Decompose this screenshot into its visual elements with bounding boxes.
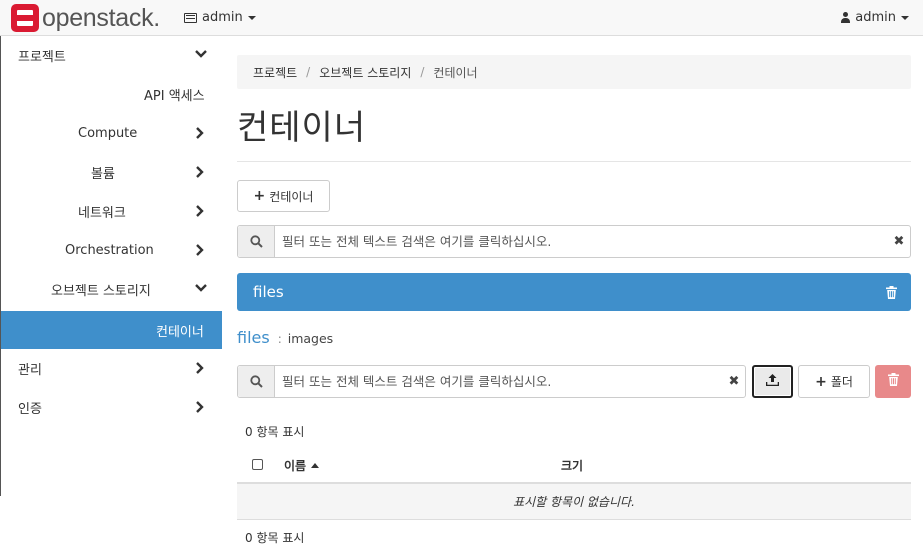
container-search: ✖: [237, 225, 911, 258]
search-icon[interactable]: [238, 366, 275, 397]
sidebar-item-orchestration[interactable]: Orchestration: [0, 231, 222, 270]
container-name: files: [253, 283, 284, 301]
select-all-checkbox[interactable]: [252, 459, 263, 470]
brand-text: openstack.: [42, 4, 160, 32]
sidebar-item-admin[interactable]: 관리: [0, 349, 222, 388]
delete-container-icon[interactable]: [886, 285, 897, 299]
sidebar-item-label: 인증: [18, 402, 42, 417]
openstack-logo[interactable]: openstack.: [11, 4, 160, 32]
chevron-right-icon: [195, 205, 205, 217]
caret-down-icon: [247, 15, 256, 20]
sidebar-item-label: API 액세스: [144, 89, 205, 104]
breadcrumb-separator: /: [420, 65, 425, 79]
caret-down-icon: [901, 15, 909, 20]
container-search-input[interactable]: [275, 226, 888, 257]
table-header: 이름 크기: [237, 447, 911, 484]
sidebar-item-label: 오브젝트 스토리지: [51, 284, 151, 299]
sidebar-item-label: Orchestration: [65, 243, 154, 258]
sidebar-item-project[interactable]: 프로젝트: [0, 36, 222, 75]
search-icon[interactable]: [238, 226, 275, 257]
project-name: admin: [202, 10, 243, 25]
object-path: files : images: [237, 328, 333, 347]
path-root-link[interactable]: files: [237, 328, 270, 347]
sidebar-item-label: 프로젝트: [18, 50, 66, 65]
plus-icon: +: [815, 373, 827, 390]
clear-search-icon[interactable]: ✖: [723, 366, 745, 397]
sidebar-item-network[interactable]: 네트워크: [0, 192, 222, 231]
path-current: images: [287, 331, 334, 346]
breadcrumb-object-storage[interactable]: 오브젝트 스토리지: [319, 64, 411, 81]
page-title: 컨테이너: [237, 108, 367, 148]
item-count-bottom: 0 항목 표시: [245, 531, 305, 545]
column-header-size[interactable]: 크기: [561, 457, 583, 474]
user-menu[interactable]: admin: [841, 10, 909, 25]
sidebar-item-label: 관리: [18, 363, 42, 378]
create-container-button[interactable]: + 컨테이너: [237, 180, 330, 212]
column-name-label: 이름: [284, 459, 307, 473]
chevron-right-icon: [195, 127, 205, 139]
breadcrumb-project[interactable]: 프로젝트: [253, 64, 297, 81]
create-folder-label: 폴더: [830, 375, 853, 389]
breadcrumb-separator: /: [306, 65, 311, 79]
object-search-input[interactable]: [275, 366, 723, 397]
sidebar-item-label: 컨테이너: [156, 324, 204, 340]
sidebar-item-object-storage[interactable]: 오브젝트 스토리지: [0, 270, 222, 309]
chevron-right-icon: [195, 362, 205, 374]
top-navbar: openstack. admin admin: [0, 0, 923, 36]
upload-icon: [765, 373, 780, 390]
delete-objects-button[interactable]: [875, 365, 911, 398]
title-divider: [237, 161, 911, 162]
sidebar-item-label: 네트워크: [78, 206, 126, 221]
create-container-label: 컨테이너: [269, 189, 314, 204]
project-switcher[interactable]: admin: [184, 10, 256, 25]
clear-search-icon[interactable]: ✖: [888, 226, 910, 257]
user-icon: [841, 12, 851, 23]
upload-file-button[interactable]: [752, 365, 793, 398]
sort-ascending-icon: [311, 463, 320, 468]
chevron-right-icon: [195, 401, 205, 413]
sidebar: 프로젝트 API 액세스 Compute 볼륨 네트워크 Orchestrati…: [0, 36, 222, 559]
breadcrumb: 프로젝트 / 오브젝트 스토리지 / 컨테이너: [237, 55, 911, 89]
column-header-name[interactable]: 이름: [284, 457, 320, 474]
item-count-top: 0 항목 표시: [245, 425, 305, 439]
trash-icon: [887, 373, 899, 390]
container-list-item-selected[interactable]: files: [237, 273, 911, 311]
sidebar-item-volumes[interactable]: 볼륨: [0, 153, 222, 192]
empty-table-message: 표시할 항목이 없습니다.: [237, 484, 911, 520]
breadcrumb-current: 컨테이너: [433, 65, 478, 80]
sidebar-item-label: Compute: [78, 126, 138, 141]
create-folder-button[interactable]: + 폴더: [798, 365, 870, 398]
window-edge: [0, 36, 1, 496]
path-separator: :: [277, 332, 282, 346]
chevron-down-icon: [195, 283, 207, 293]
sidebar-item-compute[interactable]: Compute: [0, 114, 222, 153]
user-name: admin: [855, 10, 896, 25]
chevron-right-icon: [195, 166, 205, 178]
sidebar-item-identity[interactable]: 인증: [0, 388, 222, 427]
object-search: ✖: [237, 365, 746, 398]
sidebar-item-api-access[interactable]: API 액세스: [0, 75, 222, 114]
sidebar-item-containers[interactable]: 컨테이너: [0, 311, 222, 349]
project-list-icon: [184, 12, 197, 23]
chevron-down-icon: [195, 49, 207, 59]
openstack-logo-icon: [11, 4, 39, 32]
plus-icon: +: [253, 188, 266, 204]
chevron-right-icon: [195, 244, 205, 256]
sidebar-item-label: 볼륨: [91, 167, 115, 182]
